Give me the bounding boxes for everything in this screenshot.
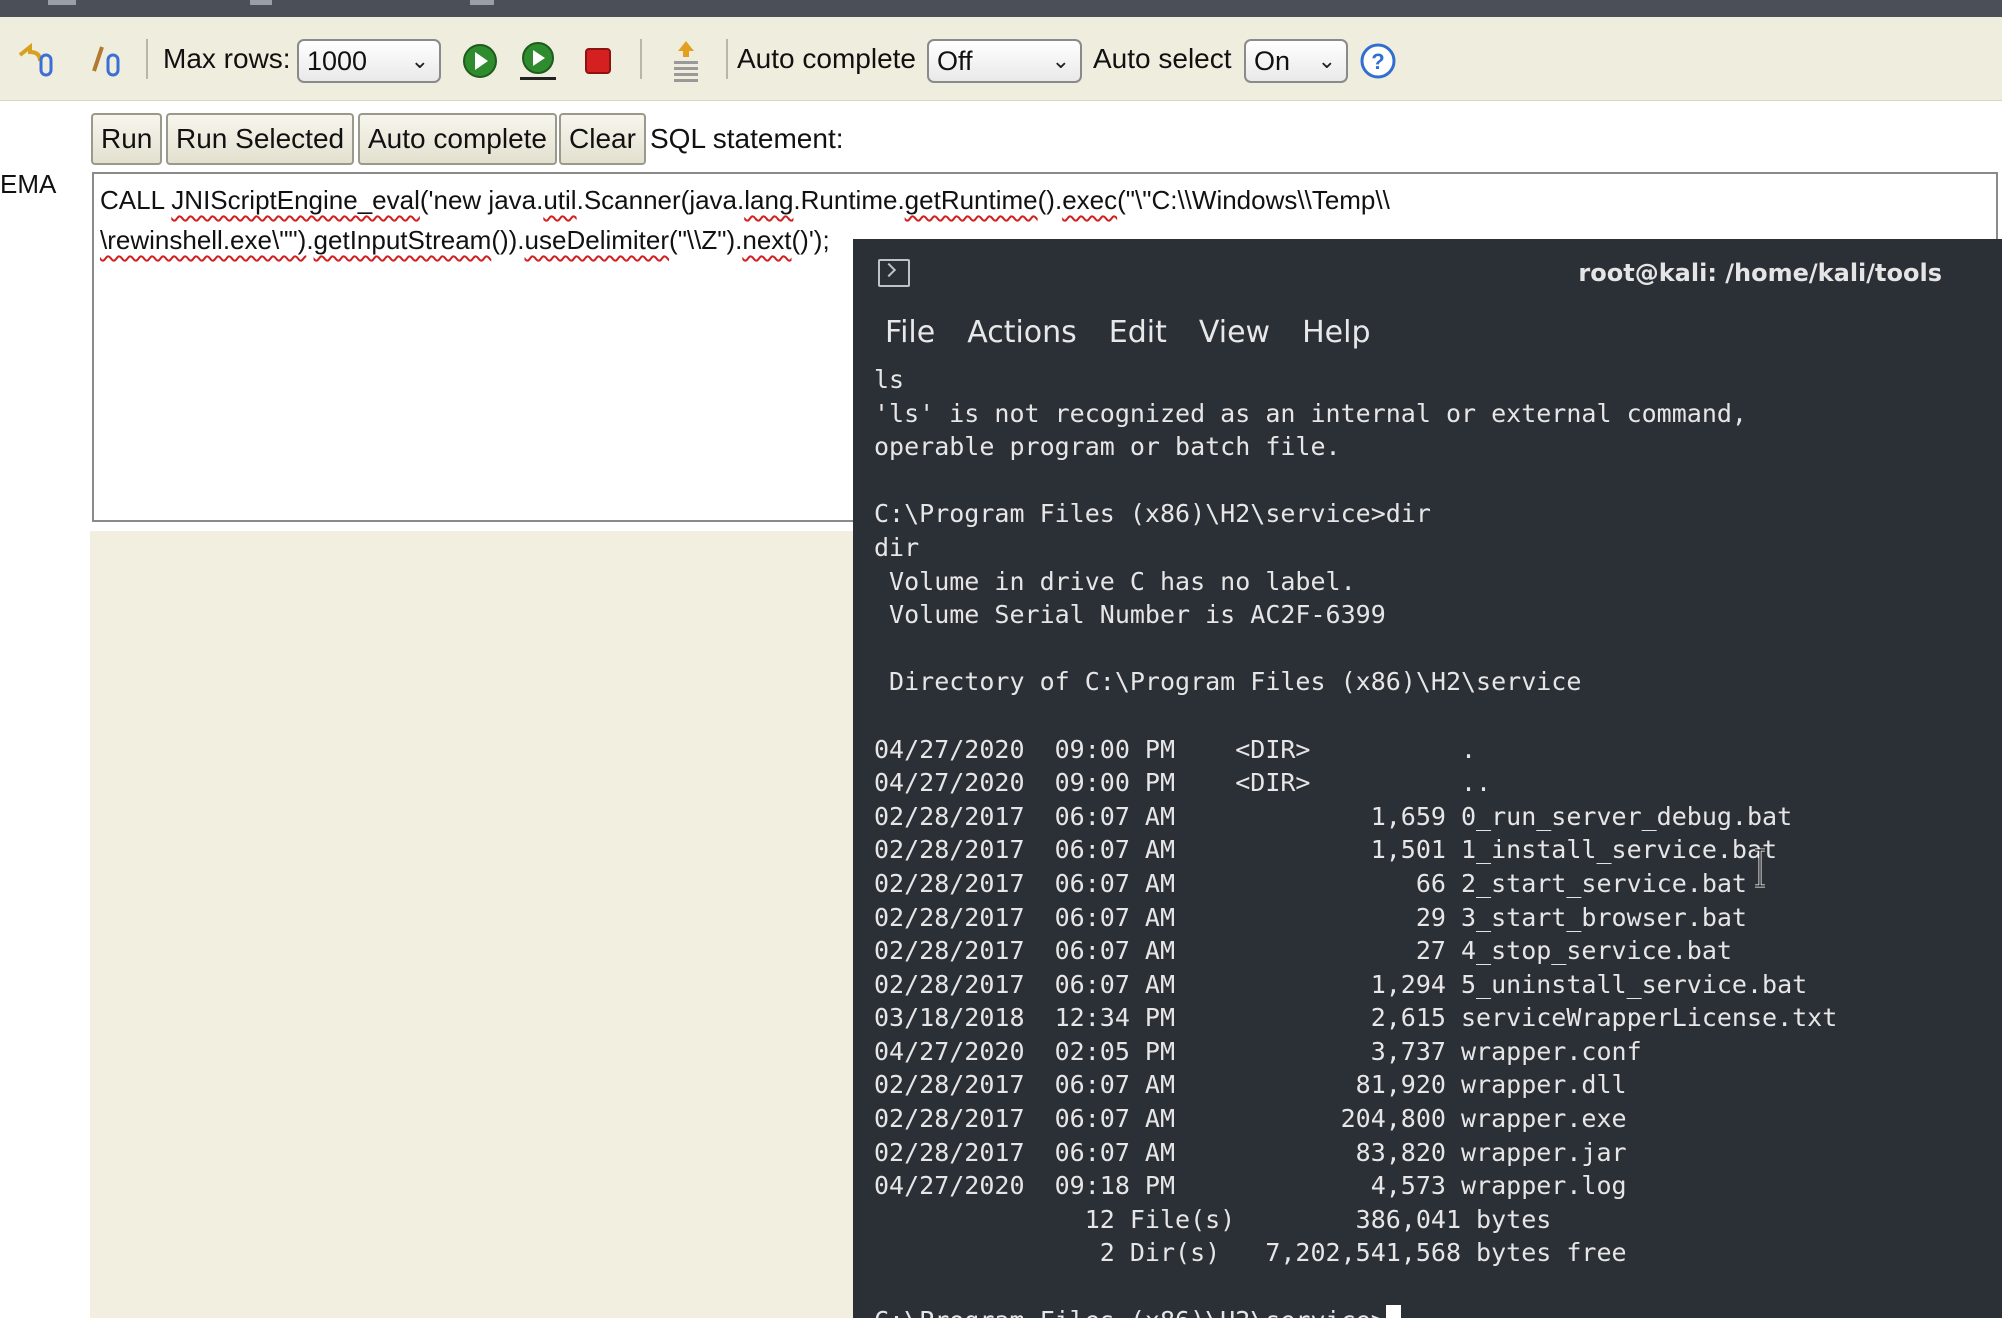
chevron-down-icon: ⌄ xyxy=(1317,48,1336,73)
sql-text-part: CALL xyxy=(100,185,172,215)
edit-zero-icon[interactable] xyxy=(84,39,128,83)
stop-icon[interactable] xyxy=(576,39,620,83)
auto-select-select[interactable]: On ⌄ xyxy=(1244,39,1348,83)
sql-text-misspelled: \rewinshell.exe\"") xyxy=(100,225,307,255)
auto-complete-label: Auto complete xyxy=(737,43,916,74)
sql-text-part: ()). xyxy=(491,225,525,255)
sql-statement-label: SQL statement: xyxy=(650,123,844,154)
auto-select-value: On xyxy=(1254,46,1291,76)
clear-button[interactable]: Clear xyxy=(559,113,646,165)
sql-text-misspelled: util xyxy=(543,185,577,215)
run-selected-icon[interactable] xyxy=(516,39,560,83)
tab-fragment xyxy=(470,0,494,5)
max-rows-value: 1000 xyxy=(307,46,368,76)
history-upload-icon[interactable] xyxy=(664,39,708,83)
toolbar-separator xyxy=(146,39,148,79)
sql-text-part: .Scanner(java. xyxy=(576,185,745,215)
terminal-output[interactable]: ls 'ls' is not recognized as an internal… xyxy=(874,363,1994,1318)
chevron-down-icon: ⌄ xyxy=(1051,48,1070,73)
schema-tree-panel: EMA xyxy=(0,101,90,1318)
tab-fragment xyxy=(48,0,76,5)
sql-text-part: ('new java. xyxy=(419,185,544,215)
menu-help[interactable]: Help xyxy=(1302,307,1370,359)
tab-fragment xyxy=(250,0,272,5)
terminal-cursor xyxy=(1385,1304,1401,1318)
terminal-menubar: File Actions Edit View Help xyxy=(853,307,2002,359)
menu-file[interactable]: File xyxy=(885,307,935,359)
window-top-strip xyxy=(0,0,2002,17)
terminal-icon xyxy=(878,259,910,287)
sql-text-misspelled: lang xyxy=(744,185,794,215)
sql-text-misspelled: next xyxy=(742,225,792,255)
terminal-titlebar[interactable]: root@kali: /home/kali/tools xyxy=(853,239,2002,307)
sql-text-misspelled: exec xyxy=(1062,185,1118,215)
auto-complete-value: Off xyxy=(937,46,973,76)
sql-text-part: ("\"C:\\Windows\\Temp\\ xyxy=(1117,185,1390,215)
menu-view[interactable]: View xyxy=(1199,307,1270,359)
max-rows-label: Max rows: xyxy=(163,43,291,74)
sql-text-part: .Runtime. xyxy=(793,185,905,215)
terminal-prompt: C:\Program Files (x86)\H2\service> xyxy=(874,1306,1386,1318)
sql-text-misspelled: useDelimiter xyxy=(524,225,670,255)
auto-select-label: Auto select xyxy=(1093,43,1232,74)
help-icon[interactable]: ? xyxy=(1356,39,1400,83)
terminal-output-text: ls 'ls' is not recognized as an internal… xyxy=(874,365,1838,1268)
sql-text-misspelled: JNIScriptEngine_eval xyxy=(171,185,420,215)
run-icon[interactable] xyxy=(458,39,502,83)
text-cursor-icon xyxy=(1755,848,1765,888)
terminal-title: root@kali: /home/kali/tools xyxy=(1578,259,1942,287)
sql-text-misspelled: getInputStream xyxy=(313,225,492,255)
sql-text-part: (). xyxy=(1037,185,1063,215)
sql-text-misspelled: getRuntime xyxy=(904,185,1038,215)
auto-complete-select[interactable]: Off ⌄ xyxy=(927,39,1082,83)
sql-text-part: ()'); xyxy=(791,225,830,255)
menu-edit[interactable]: Edit xyxy=(1109,307,1167,359)
undo-icon[interactable] xyxy=(14,39,58,83)
sql-text-part: ("\\Z"). xyxy=(669,225,743,255)
help-glyph: ? xyxy=(1371,49,1384,74)
max-rows-select[interactable]: 1000 ⌄ xyxy=(297,39,441,83)
run-button[interactable]: Run xyxy=(91,113,163,165)
auto-complete-button[interactable]: Auto complete xyxy=(358,113,557,165)
toolbar-separator xyxy=(726,39,728,79)
run-selected-button[interactable]: Run Selected xyxy=(166,113,355,165)
schema-label-fragment[interactable]: EMA xyxy=(0,169,56,200)
chevron-down-icon: ⌄ xyxy=(410,48,429,73)
menu-actions[interactable]: Actions xyxy=(967,307,1077,359)
terminal-window[interactable]: root@kali: /home/kali/tools File Actions… xyxy=(853,239,2002,1318)
toolbar-separator xyxy=(640,39,642,79)
sql-text-part: . xyxy=(306,225,314,255)
h2-console-toolbar: Max rows: 1000 ⌄ Auto complete Off ⌄ Aut… xyxy=(0,17,2002,101)
